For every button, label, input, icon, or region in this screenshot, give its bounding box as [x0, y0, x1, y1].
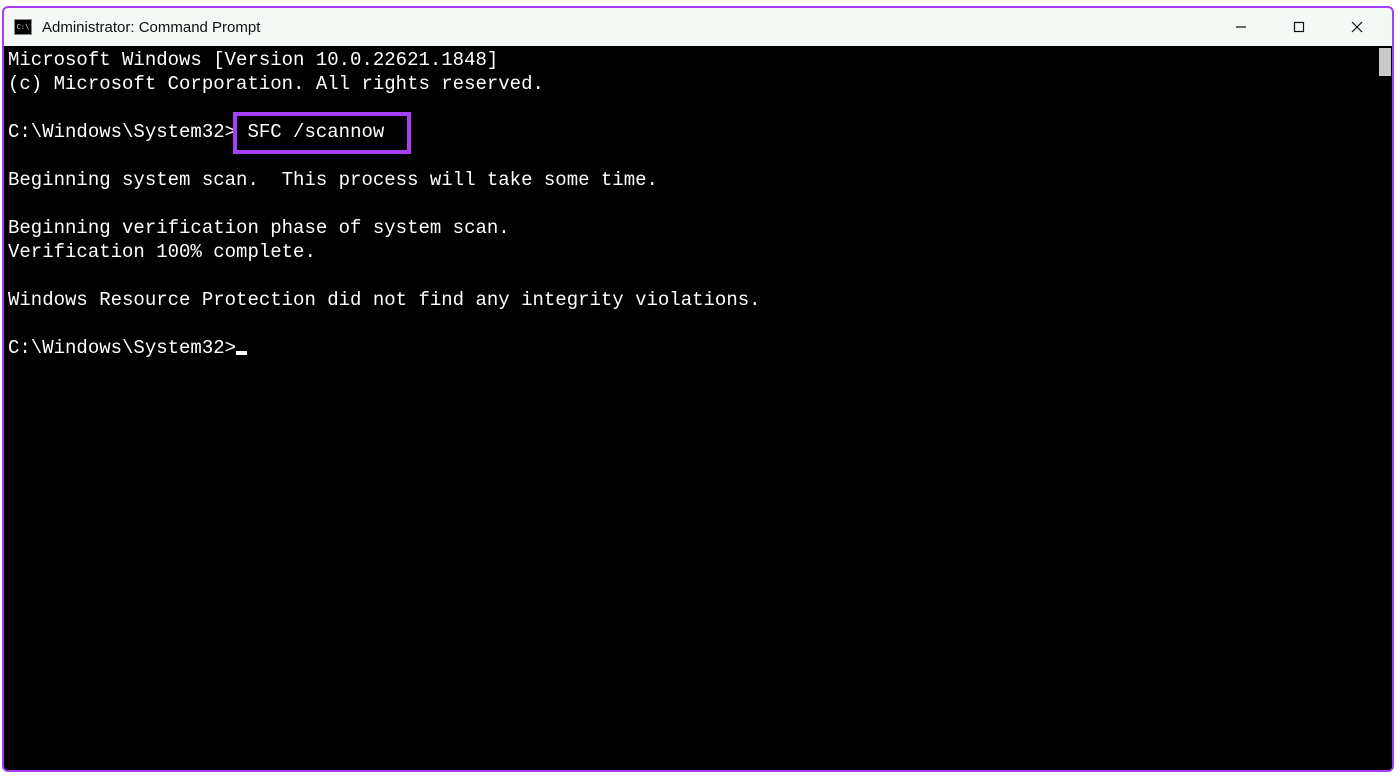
prompt-path: C:\Windows\System32>	[8, 337, 236, 359]
titlebar[interactable]: Administrator: Command Prompt	[4, 8, 1392, 46]
output-line: Beginning system scan. This process will…	[8, 169, 658, 191]
vertical-scrollbar[interactable]	[1376, 46, 1392, 770]
window-controls	[1212, 8, 1386, 46]
close-button[interactable]	[1328, 8, 1386, 46]
window-title: Administrator: Command Prompt	[42, 19, 260, 36]
maximize-button[interactable]	[1270, 8, 1328, 46]
output-line: Windows Resource Protection did not find…	[8, 289, 761, 311]
command-prompt-window: Administrator: Command Prompt Microsoft …	[2, 6, 1394, 772]
output-line: Beginning verification phase of system s…	[8, 217, 510, 239]
minimize-button[interactable]	[1212, 8, 1270, 46]
scrollbar-thumb[interactable]	[1379, 48, 1391, 76]
terminal-output[interactable]: Microsoft Windows [Version 10.0.22621.18…	[4, 46, 1376, 770]
minimize-icon	[1234, 20, 1248, 34]
close-icon	[1350, 20, 1364, 34]
output-line: Microsoft Windows [Version 10.0.22621.18…	[8, 49, 498, 71]
prompt-path: C:\Windows\System32>	[8, 121, 236, 143]
output-line: Verification 100% complete.	[8, 241, 316, 263]
cmd-icon	[14, 19, 32, 35]
output-line: (c) Microsoft Corporation. All rights re…	[8, 73, 544, 95]
entered-command: SFC /scannow	[247, 121, 384, 143]
terminal-area[interactable]: Microsoft Windows [Version 10.0.22621.18…	[4, 46, 1392, 770]
maximize-icon	[1292, 20, 1306, 34]
cursor	[236, 351, 247, 355]
